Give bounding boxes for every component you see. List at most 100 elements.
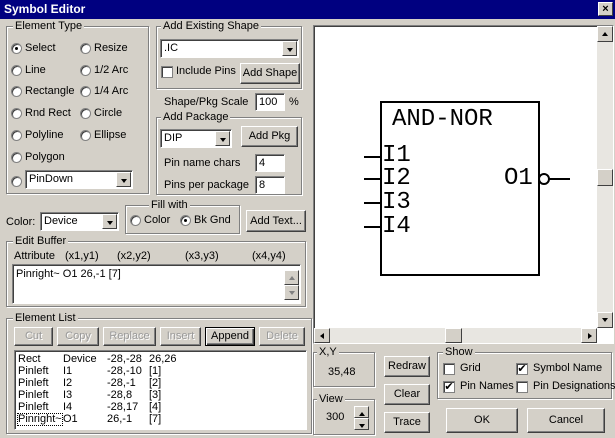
scale-label: Shape/Pkg Scale [164, 96, 249, 108]
scroll-up-icon[interactable] [284, 270, 299, 285]
add-shape-button[interactable]: Add Shape [240, 63, 300, 84]
element-list[interactable]: Rect Device -28,-28 26,26 Pinleft I1 -28… [14, 350, 307, 430]
close-button[interactable]: × [598, 2, 613, 16]
vertical-scroll-thumb[interactable] [597, 169, 613, 186]
chevron-down-icon[interactable] [215, 131, 230, 146]
list-item[interactable]: Pinleft I3 -28,8 [3] [15, 390, 304, 401]
radio-line-dot[interactable] [11, 65, 22, 76]
pins-per-package-label: Pins per package [164, 179, 249, 191]
scroll-down-icon[interactable] [284, 285, 299, 300]
drawing-canvas[interactable]: AND-NOR I1 I2 I3 I4 O1 [313, 25, 614, 344]
pin-name-o1: O1 [504, 165, 533, 192]
radio-circle-label: Circle [94, 107, 123, 119]
color-value: Device [44, 215, 78, 227]
row-name: O1 [63, 413, 78, 425]
edit-buffer-textarea[interactable]: Pinright~ O1 26,-1 [7] [12, 264, 301, 304]
chevron-down-icon[interactable] [102, 214, 117, 229]
trace-button[interactable]: Trace [384, 412, 430, 433]
radio-circle-dot[interactable] [80, 108, 91, 119]
view-down-icon[interactable] [354, 418, 369, 430]
scroll-up-icon[interactable] [597, 26, 613, 42]
radio-polygon-dot[interactable] [11, 152, 22, 163]
row-type: Rect [18, 353, 41, 365]
package-dropdown[interactable]: DIP [160, 129, 232, 148]
list-item[interactable]: Rect Device -28,-28 26,26 [15, 354, 304, 365]
scale-input[interactable]: 100 [255, 93, 285, 111]
scroll-down-icon[interactable] [597, 312, 613, 328]
scroll-left-icon[interactable] [314, 328, 330, 343]
horizontal-scroll-thumb[interactable] [445, 328, 462, 343]
copy-button[interactable]: Copy [57, 327, 99, 346]
include-pins-checkbox[interactable] [161, 66, 173, 78]
fill-bkgnd-label: Bk Gnd [194, 214, 231, 226]
pin-names-label: Pin Names [460, 380, 514, 392]
radio-half-arc-label: 1/2 Arc [94, 64, 129, 76]
redraw-button[interactable]: Redraw [384, 356, 430, 377]
radio-pin[interactable] [11, 176, 22, 187]
list-item[interactable]: Pinleft I1 -28,-10 [1] [15, 366, 304, 377]
ok-button[interactable]: OK [446, 408, 518, 433]
radio-rectangle-label: Rectangle [25, 85, 75, 97]
fill-bkgnd-radio[interactable] [180, 215, 191, 226]
radio-select-dot[interactable] [11, 43, 22, 54]
row-type: Pinleft [18, 377, 49, 389]
row-coord2: [3] [149, 389, 162, 401]
include-pins-label: Include Pins [176, 65, 236, 77]
chevron-down-icon[interactable] [116, 172, 131, 187]
radio-select-label: Select [25, 42, 56, 54]
list-item[interactable]: Pinleft I2 -28,-1 [2] [15, 378, 304, 389]
header-x3y3: (x3,y3) [185, 250, 219, 262]
symbol-name-label: Symbol Name [533, 362, 603, 374]
pin-name-chars-label: Pin name chars [164, 157, 241, 169]
radio-resize-dot[interactable] [80, 43, 91, 54]
radio-ellipse-dot[interactable] [80, 130, 91, 141]
pin-designations-checkbox[interactable] [516, 381, 528, 393]
replace-button[interactable]: Replace [103, 327, 156, 346]
fill-color-label: Color [144, 214, 171, 226]
append-button[interactable]: Append [205, 327, 255, 346]
chevron-down-icon[interactable] [282, 41, 297, 56]
pins-per-package-input[interactable]: 8 [255, 176, 285, 194]
delete-button[interactable]: Delete [259, 327, 305, 346]
pin-type-dropdown[interactable]: PinDown [25, 170, 133, 189]
list-item-selected[interactable]: Pinright~ O1 26,-1 [7] [15, 413, 304, 426]
radio-quarter-arc-dot[interactable] [80, 86, 91, 97]
row-coord1: -28,-1 [107, 377, 136, 389]
cancel-button[interactable]: Cancel [527, 408, 605, 433]
row-coord1: -28,17 [107, 401, 139, 413]
pin-name-chars-input[interactable]: 4 [255, 154, 285, 172]
row-coord2: 26,26 [149, 353, 177, 365]
pin-names-checkbox[interactable]: ✔ [443, 381, 455, 393]
cut-button[interactable]: Cut [14, 327, 53, 346]
horizontal-scrollbar[interactable] [314, 328, 597, 343]
add-pkg-button[interactable]: Add Pkg [241, 126, 298, 147]
view-up-icon[interactable] [354, 406, 369, 418]
scroll-right-icon[interactable] [581, 328, 597, 343]
fill-color-radio[interactable] [130, 215, 141, 226]
row-coord1: 26,-1 [107, 413, 133, 425]
xy-legend: X,Y [317, 346, 339, 358]
list-item[interactable]: Pinleft I4 -28,17 [4] [15, 402, 304, 413]
insert-button[interactable]: Insert [160, 327, 201, 346]
symbol-name-checkbox[interactable]: ✔ [516, 363, 528, 375]
fill-with-legend: Fill with [149, 199, 190, 211]
radio-quarter-arc-label: 1/4 Arc [94, 85, 129, 97]
grid-label: Grid [460, 362, 481, 374]
radio-half-arc-dot[interactable] [80, 65, 91, 76]
row-name: I3 [63, 389, 73, 401]
radio-polyline-label: Polyline [25, 129, 64, 141]
row-coord2: [2] [149, 377, 162, 389]
clear-button[interactable]: Clear [384, 384, 430, 405]
radio-rnd-rect-dot[interactable] [11, 108, 22, 119]
radio-polyline-dot[interactable] [11, 130, 22, 141]
view-value: 300 [326, 411, 345, 423]
symbol-title: AND-NOR [392, 106, 493, 133]
shape-dropdown[interactable]: .IC [160, 39, 299, 58]
vertical-scrollbar[interactable] [597, 26, 613, 328]
radio-rectangle-dot[interactable] [11, 86, 22, 97]
color-dropdown[interactable]: Device [40, 212, 119, 231]
row-coord1: -28,8 [107, 389, 133, 401]
grid-checkbox[interactable] [443, 363, 455, 375]
add-text-button[interactable]: Add Text... [246, 210, 306, 232]
show-legend: Show [443, 346, 475, 358]
